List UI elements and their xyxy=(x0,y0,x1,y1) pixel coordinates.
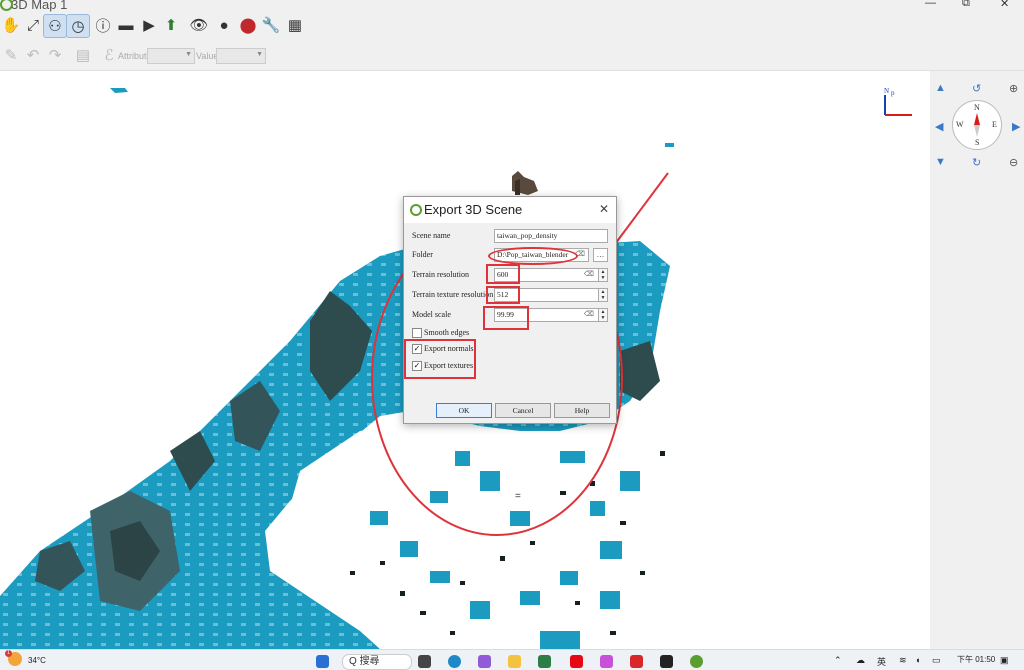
photos-icon[interactable] xyxy=(600,655,613,668)
terrain-texture-resolution-spinner[interactable]: ▲ ▼ xyxy=(598,288,608,302)
minimize-button[interactable]: — xyxy=(925,0,936,9)
cloud-icon[interactable]: ☁ xyxy=(856,655,865,666)
model-scale-spinner[interactable]: ▲ ▼ xyxy=(598,308,608,322)
qgis-logo-icon xyxy=(410,204,422,216)
ime-indicator[interactable]: 英 xyxy=(877,655,886,668)
edge-icon[interactable] xyxy=(448,655,461,668)
camera-icon[interactable]: ● xyxy=(213,14,235,36)
copilot-icon[interactable] xyxy=(478,655,491,668)
tray-chevron-icon[interactable]: ⌃ xyxy=(834,655,842,666)
file-explorer-icon[interactable] xyxy=(508,655,521,668)
volume-icon[interactable]: ◖ xyxy=(915,655,920,665)
digitize-icon: ▤ xyxy=(75,47,91,64)
pan-icon[interactable]: ✋ xyxy=(0,14,22,36)
dialog-title: Export 3D Scene xyxy=(424,202,523,217)
weather-temperature: 34°C xyxy=(28,656,46,665)
folder-browse-button[interactable]: … xyxy=(593,248,608,262)
wifi-icon[interactable]: ≋ xyxy=(899,655,907,666)
attribute-combo[interactable]: ▼ xyxy=(147,48,195,64)
value-combo[interactable]: ▼ xyxy=(216,48,266,64)
pan-left-icon[interactable]: ◀ xyxy=(935,120,943,133)
scene-name-label: Scene name xyxy=(412,231,451,240)
terrain-texture-resolution-label: Terrain texture resolution xyxy=(412,290,494,299)
export-scene-icon[interactable]: ⬆ xyxy=(160,14,182,36)
measure-icon[interactable]: ▬ xyxy=(115,14,137,36)
zoom-in-icon[interactable]: ⊕ xyxy=(1009,82,1018,95)
undo-icon: ↶ xyxy=(26,47,40,64)
terminal-icon[interactable] xyxy=(660,655,673,668)
scene-name-input[interactable]: taiwan_pop_density xyxy=(494,229,608,243)
attribute-icon: ℰ xyxy=(104,47,114,64)
folder-label: Folder xyxy=(412,250,433,259)
axis-p-label: p xyxy=(891,89,895,97)
taskbar-search[interactable]: Q 搜尋 xyxy=(342,654,412,670)
value-label: Value xyxy=(196,51,219,61)
record-app-icon[interactable] xyxy=(630,655,643,668)
close-window-button[interactable]: ✕ xyxy=(1000,0,1009,10)
tilt-up-icon[interactable]: ▲ xyxy=(935,82,946,94)
dialog-close-button[interactable]: ✕ xyxy=(599,202,609,216)
terrain-resolution-label: Terrain resolution xyxy=(412,270,469,279)
window-title-bar: 3D Map 1 — ⧉ ✕ xyxy=(0,0,1024,12)
window-title: 3D Map 1 xyxy=(11,0,68,12)
netflix-icon[interactable] xyxy=(570,655,583,668)
redo-icon: ↷ xyxy=(48,47,62,64)
terrain-resolution-highlight-box xyxy=(486,264,520,284)
smooth-edges-checkbox[interactable] xyxy=(412,328,422,338)
effects-icon[interactable]: ⬤ xyxy=(237,14,259,36)
clock[interactable]: 下午 01:50 xyxy=(957,654,995,665)
pencil-icon: ✎ xyxy=(4,47,18,64)
axis-n-label: N xyxy=(884,87,890,95)
save-image-icon[interactable]: ▦ xyxy=(284,14,306,36)
start-icon[interactable] xyxy=(316,655,329,668)
rotation-center-icon[interactable]: ◷ xyxy=(66,14,90,38)
center-marker: = xyxy=(515,491,521,502)
main-toolbar: ✋ ⤢ ⚇ ◷ ⓘ ▬ ▶ ⬆ 👁 ● ⬤ 🔧 ▦ xyxy=(0,12,1024,40)
model-scale-highlight-box xyxy=(483,306,529,330)
weather-icon[interactable]: 1 xyxy=(5,650,22,666)
windows-taskbar: 1 34°C Q 搜尋 ⌃ ☁ 英 ≋ ◖ ▭ 下午 01:50 ▣ xyxy=(0,649,1024,670)
camera-control-icon[interactable]: ⚇ xyxy=(43,14,67,38)
terrain-texture-highlight-box xyxy=(486,286,520,304)
pan-right-icon[interactable]: ▶ xyxy=(1012,120,1020,133)
zoom-full-icon[interactable]: ⤢ xyxy=(22,14,44,36)
options-wrench-icon[interactable]: 🔧 xyxy=(260,14,282,36)
cancel-button[interactable]: Cancel xyxy=(495,403,551,418)
rotate-left-icon[interactable]: ↺ xyxy=(972,82,981,95)
smooth-edges-label: Smooth edges xyxy=(424,328,470,337)
model-scale-label: Model scale xyxy=(412,310,451,319)
task-view-icon[interactable] xyxy=(418,655,431,668)
export-options-highlight-box xyxy=(404,339,476,379)
rotate-right-icon[interactable]: ↻ xyxy=(972,156,981,169)
qgis-taskbar-icon[interactable] xyxy=(690,655,703,668)
dialog-title-bar: Export 3D Scene ✕ xyxy=(404,197,616,223)
animation-play-icon[interactable]: ▶ xyxy=(138,14,160,36)
zoom-out-icon[interactable]: ⊖ xyxy=(1009,156,1018,169)
tilt-down-icon[interactable]: ▼ xyxy=(935,156,946,168)
help-button[interactable]: Help xyxy=(554,403,610,418)
compass-icon[interactable]: N S E W xyxy=(952,100,1002,150)
notification-icon[interactable]: ▣ xyxy=(1000,655,1009,666)
weather-badge: 1 xyxy=(5,650,12,657)
terrain-resolution-spinner[interactable]: ▲ ▼ xyxy=(598,268,608,282)
model-scale-clear-icon[interactable]: ⌫ xyxy=(584,310,594,318)
compass-needle-icon xyxy=(974,113,980,137)
store-icon[interactable] xyxy=(538,655,551,668)
ok-button[interactable]: OK xyxy=(436,403,492,418)
folder-highlight-box xyxy=(488,247,578,265)
restore-button[interactable]: ⧉ xyxy=(962,0,970,10)
terrain-resolution-clear-icon[interactable]: ⌫ xyxy=(584,270,594,278)
identify-icon[interactable]: ⓘ xyxy=(92,14,114,36)
view-icon[interactable]: 👁 xyxy=(188,14,210,36)
battery-icon[interactable]: ▭ xyxy=(932,655,941,666)
